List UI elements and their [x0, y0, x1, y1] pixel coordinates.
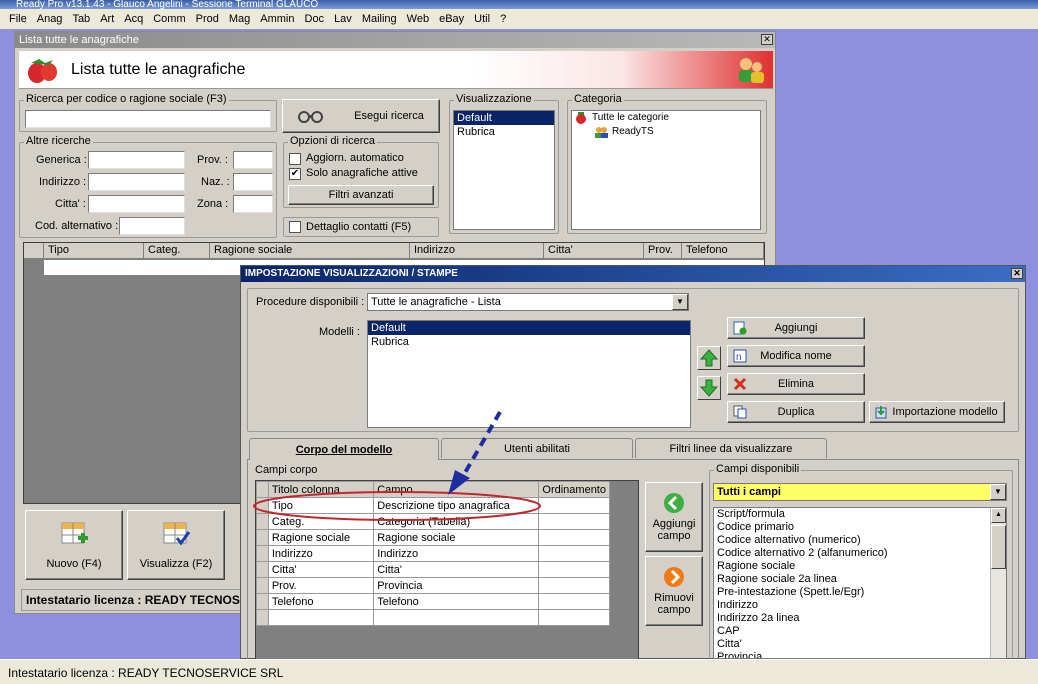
tab-corpo-modello[interactable]: Corpo del modello	[249, 438, 439, 460]
status-bar: Intestatario licenza : READY TECNOSERVIC…	[0, 659, 1038, 684]
annotation-arrow-line	[460, 411, 502, 479]
annotation-overlay	[253, 411, 541, 521]
annotation-ellipse	[253, 491, 541, 521]
annotation-arrow-head	[448, 470, 470, 495]
